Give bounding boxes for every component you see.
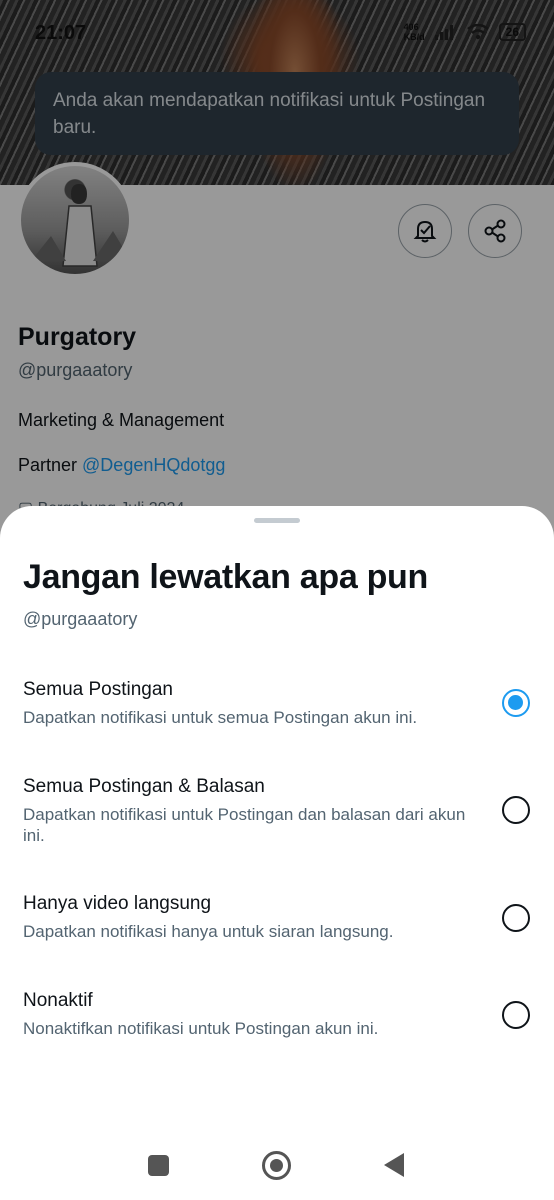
option-title: Nonaktif bbox=[23, 990, 93, 1011]
option-nonaktif[interactable]: Nonaktif Nonaktifkan notifikasi untuk Po… bbox=[0, 990, 554, 1060]
radio-button[interactable] bbox=[502, 904, 530, 932]
option-title: Semua Postingan bbox=[23, 679, 173, 700]
sheet-handle: @purgaaatory bbox=[23, 609, 138, 629]
option-description: Dapatkan notifikasi untuk Postingan dan … bbox=[23, 805, 466, 845]
radio-button[interactable] bbox=[502, 796, 530, 824]
option-description: Dapatkan notifikasi hanya untuk siaran l… bbox=[23, 922, 394, 941]
radio-button-selected[interactable] bbox=[502, 689, 530, 717]
square-icon[interactable] bbox=[148, 1155, 169, 1176]
option-semua-postingan[interactable]: Semua Postingan Dapatkan notifikasi untu… bbox=[0, 679, 554, 749]
option-title: Semua Postingan & Balasan bbox=[23, 776, 265, 797]
radio-button[interactable] bbox=[502, 1001, 530, 1029]
option-semua-postingan-balasan[interactable]: Semua Postingan & Balasan Dapatkan notif… bbox=[0, 776, 554, 856]
sheet-drag-handle[interactable] bbox=[254, 518, 300, 523]
system-navigation-bar bbox=[0, 1130, 554, 1200]
triangle-back-icon[interactable] bbox=[384, 1153, 404, 1177]
circle-icon[interactable] bbox=[262, 1151, 291, 1180]
option-hanya-video-langsung[interactable]: Hanya video langsung Dapatkan notifikasi… bbox=[0, 893, 554, 963]
sheet-title: Jangan lewatkan apa pun bbox=[23, 558, 428, 596]
option-description: Nonaktifkan notifikasi untuk Postingan a… bbox=[23, 1019, 379, 1038]
option-description: Dapatkan notifikasi untuk semua Postinga… bbox=[23, 708, 418, 727]
notification-settings-sheet: Jangan lewatkan apa pun @purgaaatory Sem… bbox=[0, 506, 554, 1200]
option-title: Hanya video langsung bbox=[23, 893, 212, 914]
